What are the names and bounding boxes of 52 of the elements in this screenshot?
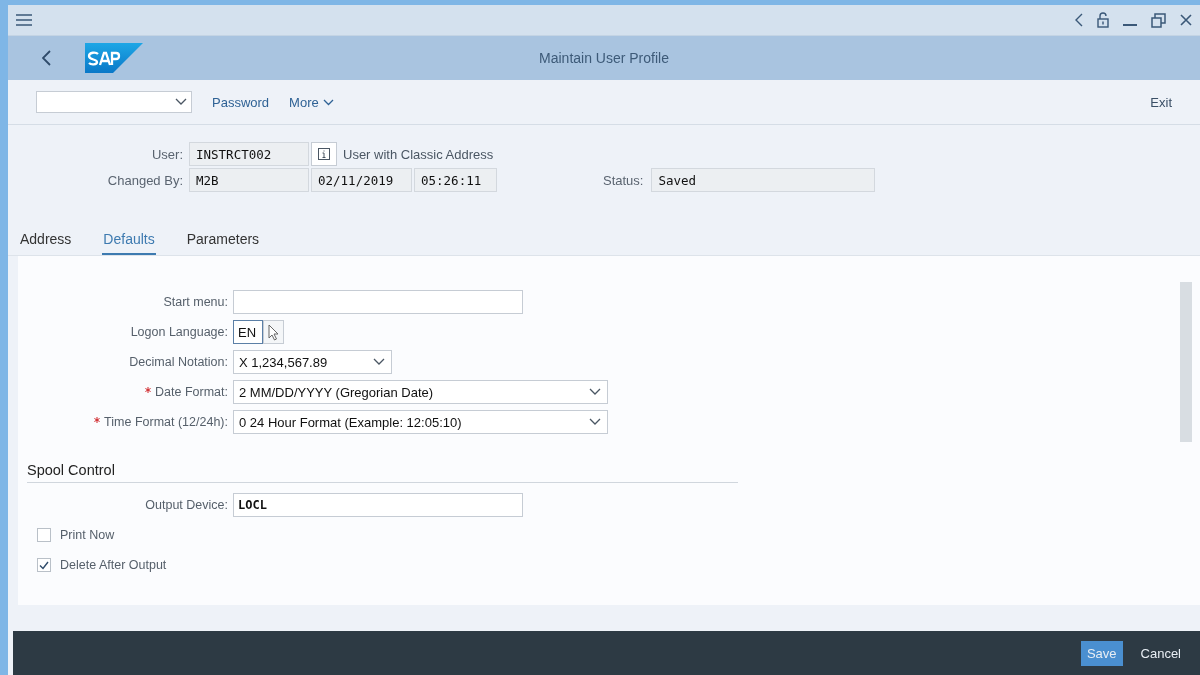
info-button[interactable] xyxy=(311,142,337,166)
field-label: Changed By: xyxy=(106,172,184,188)
field-label: User: xyxy=(150,146,184,162)
window-title: Maintain User Profile xyxy=(538,50,670,66)
toolbar-link[interactable]: More xyxy=(289,94,334,110)
user-description: User with Classic Address xyxy=(343,146,494,162)
dropdown-field[interactable]: X 1,234,567.89 xyxy=(233,350,392,374)
dropdown-field[interactable]: 0 24 Hour Format (Example: 12:05:10) xyxy=(233,410,608,434)
field-label: Time Format (12/24h): xyxy=(18,415,233,429)
output-device-field[interactable]: LOCL xyxy=(233,493,523,517)
toolbar-link[interactable]: Password xyxy=(212,94,270,110)
checkbox-label: Print Now xyxy=(60,528,115,542)
menu-icon[interactable] xyxy=(16,14,32,26)
chevron-down-icon xyxy=(589,418,601,426)
changed-by-field: M2B xyxy=(189,168,309,192)
chevron-down-icon xyxy=(322,98,334,106)
restore-icon[interactable] xyxy=(1151,12,1166,28)
chevron-left-icon[interactable] xyxy=(1075,13,1083,27)
start-menu-field[interactable] xyxy=(233,290,523,314)
asterisk-icon xyxy=(94,417,101,423)
field-label: Decimal Notation: xyxy=(128,355,229,369)
date-field: 02/11/2019 xyxy=(311,168,412,192)
back-icon[interactable] xyxy=(42,50,51,66)
checkbox[interactable] xyxy=(37,528,51,542)
tab[interactable]: Parameters xyxy=(185,231,261,255)
language-field[interactable]: EN xyxy=(233,320,263,344)
value-help-button[interactable] xyxy=(263,320,284,344)
cancel-button[interactable]: Cancel xyxy=(1134,640,1187,666)
field-label: Date Format: xyxy=(18,385,233,399)
tab[interactable]: Address xyxy=(19,231,73,255)
field-label: Output Device: xyxy=(144,498,229,512)
chevron-down-icon xyxy=(589,388,601,396)
chevron-down-icon xyxy=(373,358,385,366)
section-title: Spool Control xyxy=(27,462,115,478)
unlock-icon[interactable] xyxy=(1097,12,1109,28)
pointer-icon xyxy=(267,323,280,341)
checkbox[interactable] xyxy=(37,558,51,572)
field-label: Logon Language: xyxy=(129,325,229,339)
user-field: INSTRCT002 xyxy=(189,142,309,166)
status-field: Saved xyxy=(651,168,876,192)
checkbox-label: Delete After Output xyxy=(60,558,167,572)
close-icon[interactable] xyxy=(1180,14,1192,26)
info-icon xyxy=(318,148,330,160)
time-field: 05:26:11 xyxy=(414,168,497,192)
chevron-down-icon xyxy=(175,98,187,106)
field-label: Status: xyxy=(603,172,644,188)
dropdown-field[interactable]: 2 MM/DD/YYYY (Gregorian Date) xyxy=(233,380,608,404)
asterisk-icon xyxy=(145,387,152,393)
field-label: Start menu: xyxy=(162,295,229,309)
logo-drawing xyxy=(85,43,143,73)
scrollbar[interactable] xyxy=(1180,282,1192,442)
exit-button[interactable]: Exit xyxy=(1144,93,1178,111)
